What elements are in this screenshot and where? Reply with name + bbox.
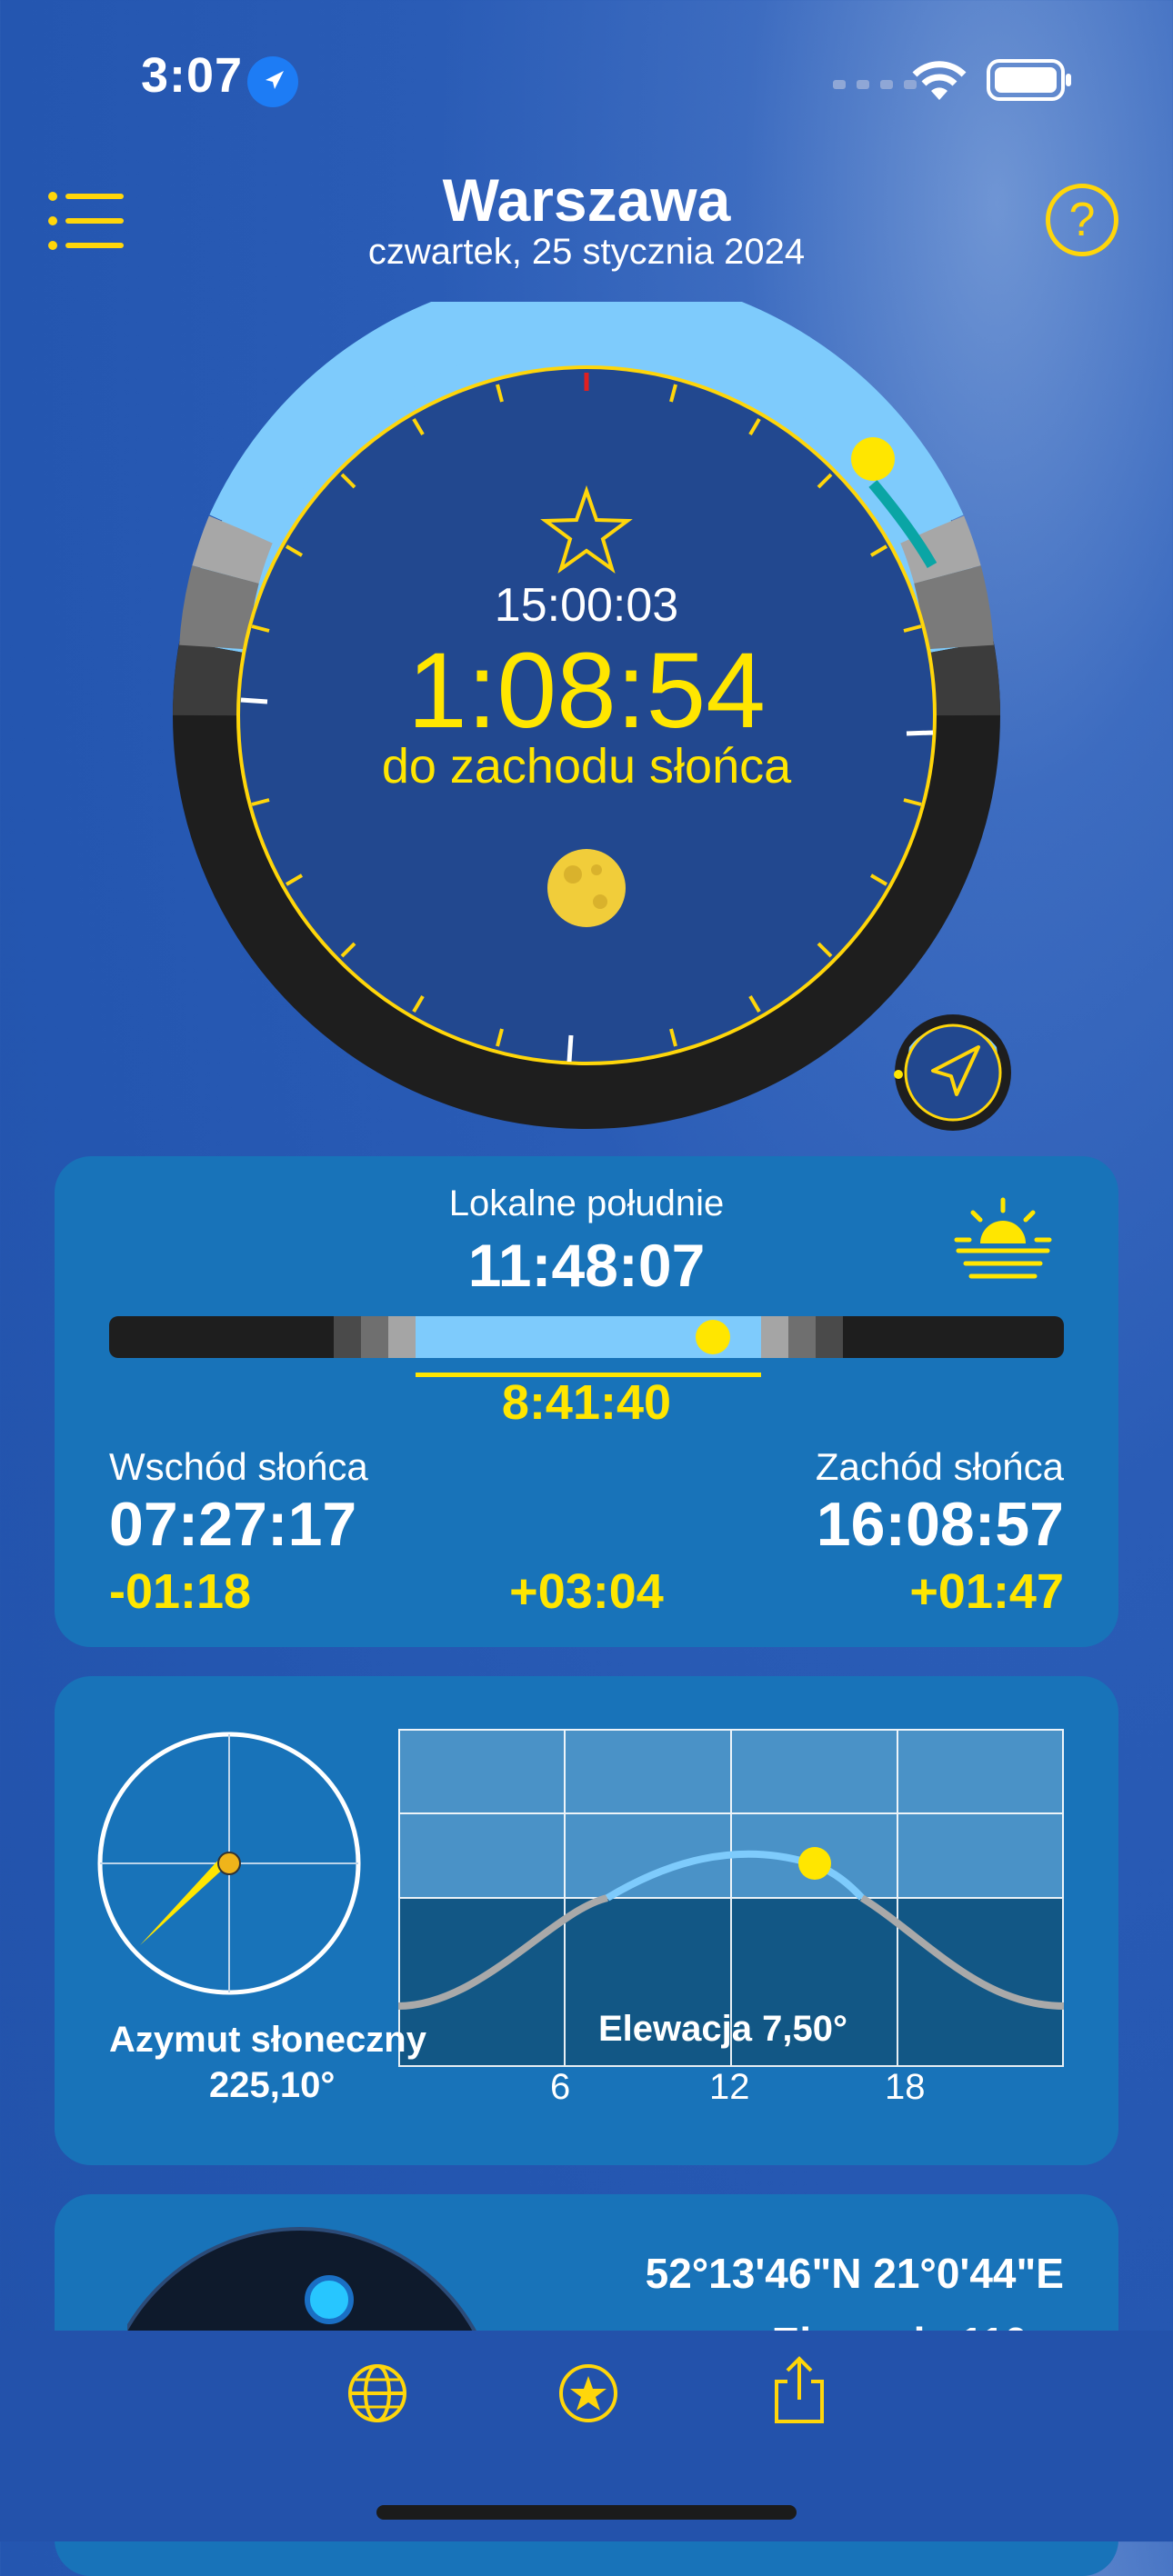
help-icon: ?: [1068, 194, 1096, 246]
countdown-caption: do zachodu słońca: [381, 739, 792, 794]
date-subtitle: czwartek, 25 stycznia 2024: [367, 232, 806, 272]
battery-icon: [987, 59, 1071, 101]
sunrise-time: 07:27:17: [109, 1490, 357, 1559]
day-length: 8:41:40: [501, 1375, 672, 1430]
sunrise-label: Wschód słońca: [109, 1445, 368, 1488]
wifi-icon: [912, 61, 967, 100]
countdown: 1:08:54: [407, 631, 766, 751]
star-circle-icon[interactable]: [556, 2361, 620, 2425]
current-time: 15:00:03: [494, 579, 679, 632]
x-tick: 18: [885, 2067, 926, 2107]
sunset-delta: +01:47: [909, 1564, 1064, 1619]
location-pin: [305, 2275, 354, 2324]
sunset-time: 16:08:57: [816, 1490, 1064, 1559]
sunset-label: Zachód słońca: [815, 1445, 1064, 1488]
azimuth-label: Azymut słoneczny: [109, 2020, 426, 2060]
moon-icon: [547, 849, 626, 927]
coordinates: 52°13'46"N 21°0'44"E: [645, 2250, 1064, 2297]
globe-icon[interactable]: [346, 2361, 409, 2425]
sun-marker: [851, 437, 895, 481]
daylight-card[interactable]: Lokalne południe 11:48:07 8:41:40 Wschód…: [55, 1156, 1118, 1647]
share-icon[interactable]: [767, 2354, 831, 2427]
sunset-icon: [954, 1197, 1052, 1279]
daylight-bar: [109, 1316, 1064, 1377]
home-indicator[interactable]: [376, 2505, 797, 2520]
location-arrow-button[interactable]: [891, 1011, 1015, 1134]
sun-position-card[interactable]: Azymut słoneczny 225,10° Elewacja 7,50° …: [55, 1676, 1118, 2165]
elevation-label: Elewacja 7,50°: [598, 2009, 847, 2049]
help-button[interactable]: ?: [1046, 184, 1118, 256]
x-tick: 12: [709, 2067, 750, 2107]
status-time: 3:07: [141, 48, 244, 103]
azimuth-value: 225,10°: [209, 2065, 336, 2105]
sun-marker: [696, 1320, 730, 1354]
location-services-icon: [247, 56, 298, 107]
x-tick: 6: [550, 2067, 571, 2107]
city-title: Warszawa: [442, 166, 731, 234]
azimuth-compass: [97, 1732, 361, 1995]
sun-marker: [798, 1847, 831, 1880]
